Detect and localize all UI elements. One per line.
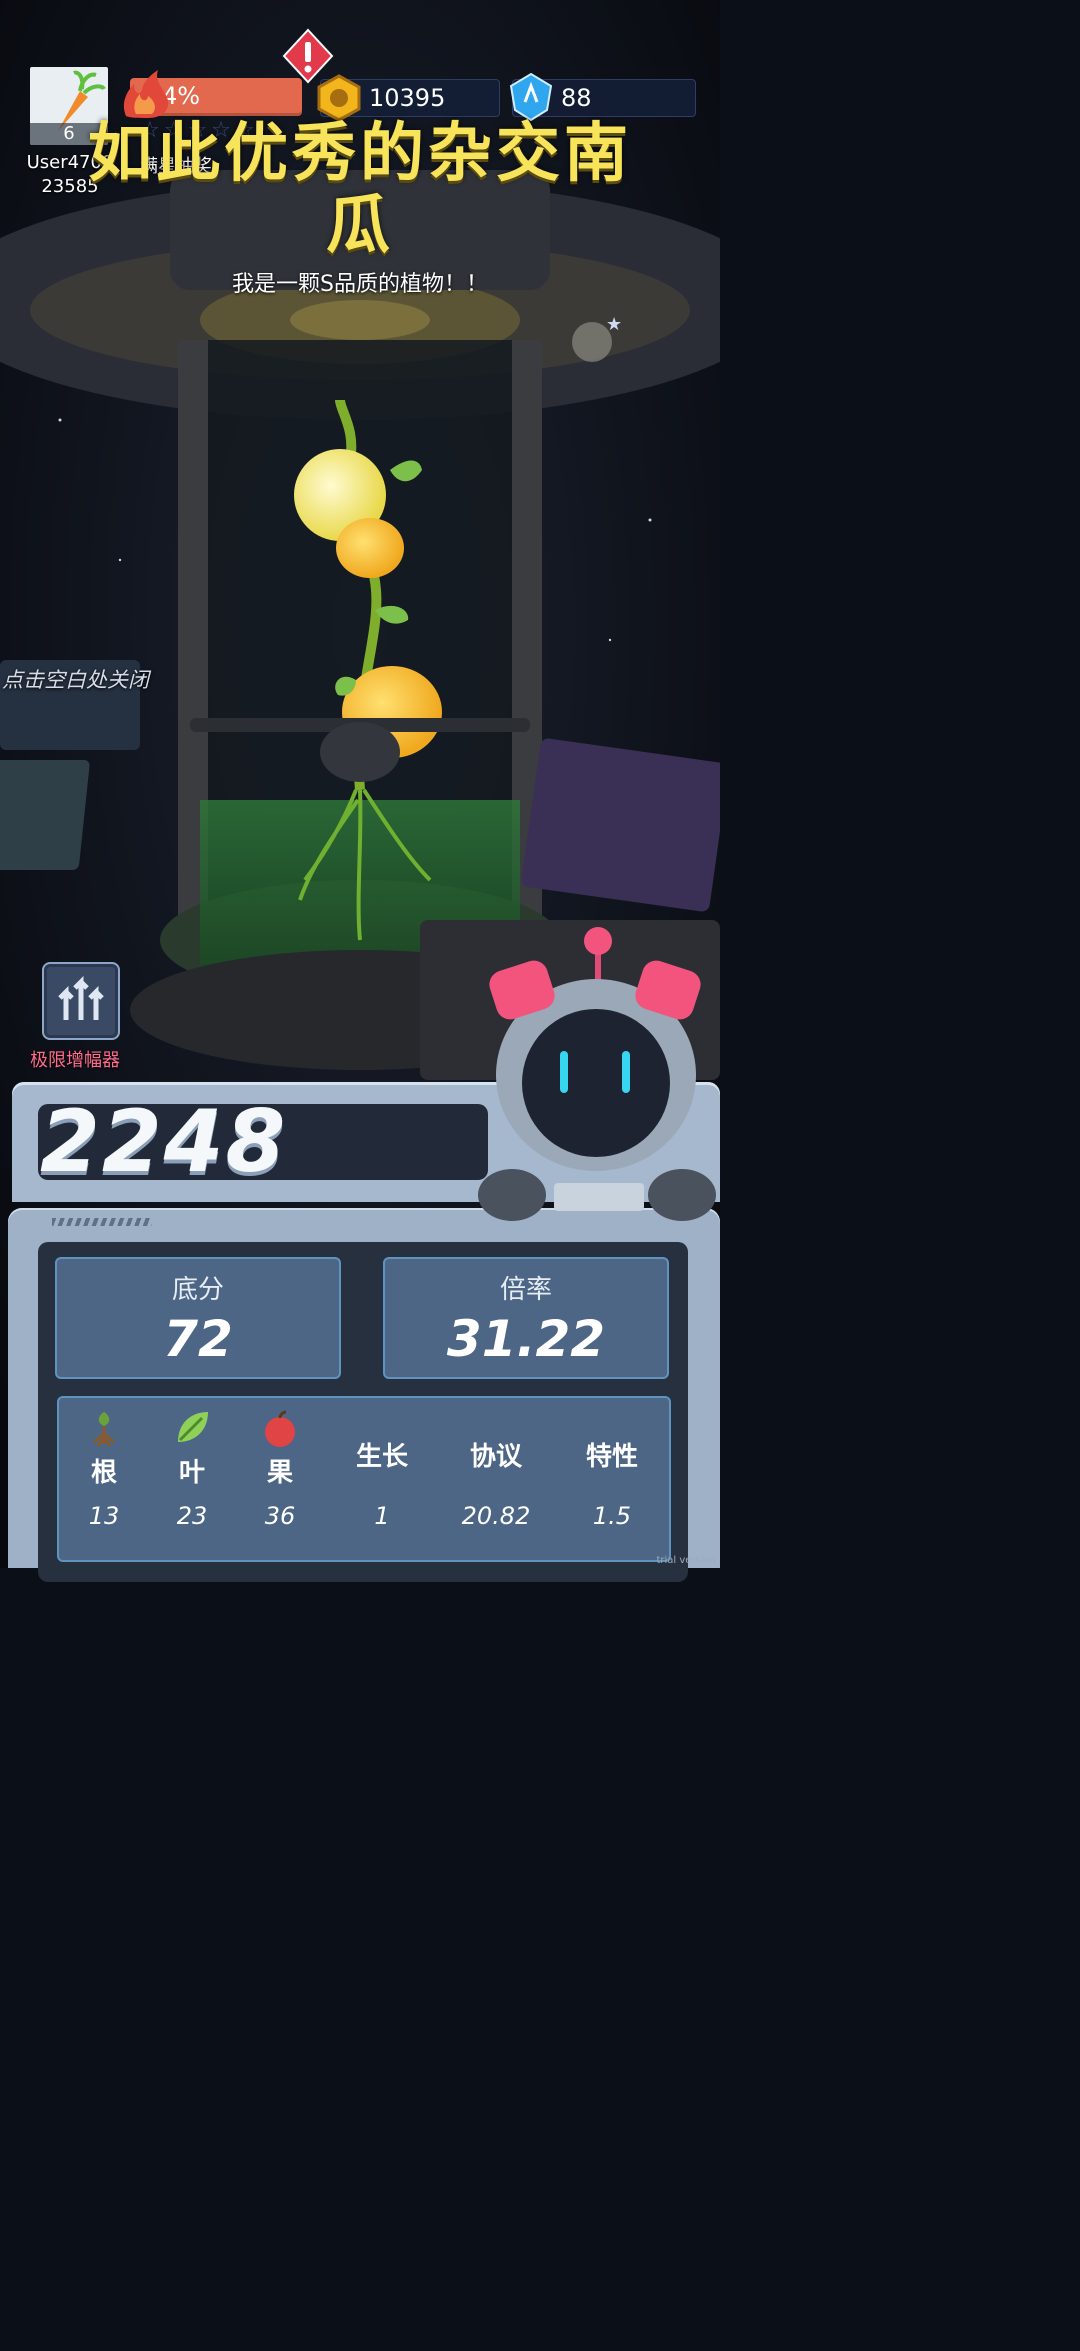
stat-label: 协议: [469, 1442, 522, 1472]
leaf-icon: [178, 1412, 208, 1442]
amplifier-button[interactable]: [42, 962, 120, 1040]
result-subtitle: 我是一颗S品质的植物！！: [232, 272, 488, 297]
stat-growth: 生长 1: [337, 1398, 427, 1530]
stat-label: 特性: [585, 1442, 638, 1472]
stat-protocol: 协议 20.82: [451, 1398, 541, 1530]
stat-value: 20.82: [461, 1502, 531, 1530]
amplifier-label: 极限增幅器: [30, 1050, 120, 1071]
svg-text:★: ★: [606, 314, 622, 335]
multiplier-label: 倍率: [499, 1275, 552, 1305]
stat-value: 36: [264, 1502, 296, 1530]
result-title: 如此优秀的杂交南瓜: [88, 117, 632, 263]
base-score-value: 72: [163, 1310, 233, 1368]
stat-label: 果: [266, 1458, 293, 1488]
robot-mascot: [478, 927, 716, 1221]
stat-label: 生长: [355, 1442, 408, 1472]
base-score-label: 底分: [171, 1275, 224, 1305]
stat-fruit: 果 36: [235, 1398, 325, 1530]
stat-label: 叶: [178, 1458, 205, 1488]
multiplier-value: 31.22: [446, 1310, 606, 1368]
stat-value: 1.5: [592, 1502, 632, 1530]
gem-counter[interactable]: 88: [509, 72, 696, 122]
flame-icon: [123, 70, 169, 118]
blue-gem-icon: [509, 72, 553, 122]
gold-counter[interactable]: 10395: [317, 74, 500, 122]
gold-value: 10395: [369, 84, 446, 112]
stat-leaf: 叶 23: [147, 1398, 237, 1530]
apple-icon: [265, 1410, 295, 1447]
root-icon: [93, 1412, 115, 1447]
gem-value: 88: [561, 84, 592, 112]
stat-root: 根 13: [59, 1398, 149, 1530]
stats-grid: 根 13 叶 23 果 36 生长 1 协议 20.82 特性 1.5: [57, 1396, 671, 1562]
total-score: 2248: [40, 1092, 288, 1192]
triple-up-arrow-icon: [58, 975, 104, 1020]
stat-value: 1: [374, 1502, 390, 1530]
trial-watermark: trial version: [656, 1555, 716, 1566]
panel-stripe: [52, 1218, 152, 1226]
multiplier-box: 倍率 31.22: [383, 1257, 669, 1379]
stat-trait: 特性 1.5: [567, 1398, 657, 1530]
stat-value: 13: [88, 1502, 120, 1530]
base-score-box: 底分 72: [55, 1257, 341, 1379]
gold-coin-icon: [317, 74, 361, 122]
stat-label: 根: [90, 1458, 117, 1488]
stat-value: 23: [176, 1502, 208, 1530]
tap-to-close-hint[interactable]: 点击空白处关闭: [2, 664, 149, 694]
